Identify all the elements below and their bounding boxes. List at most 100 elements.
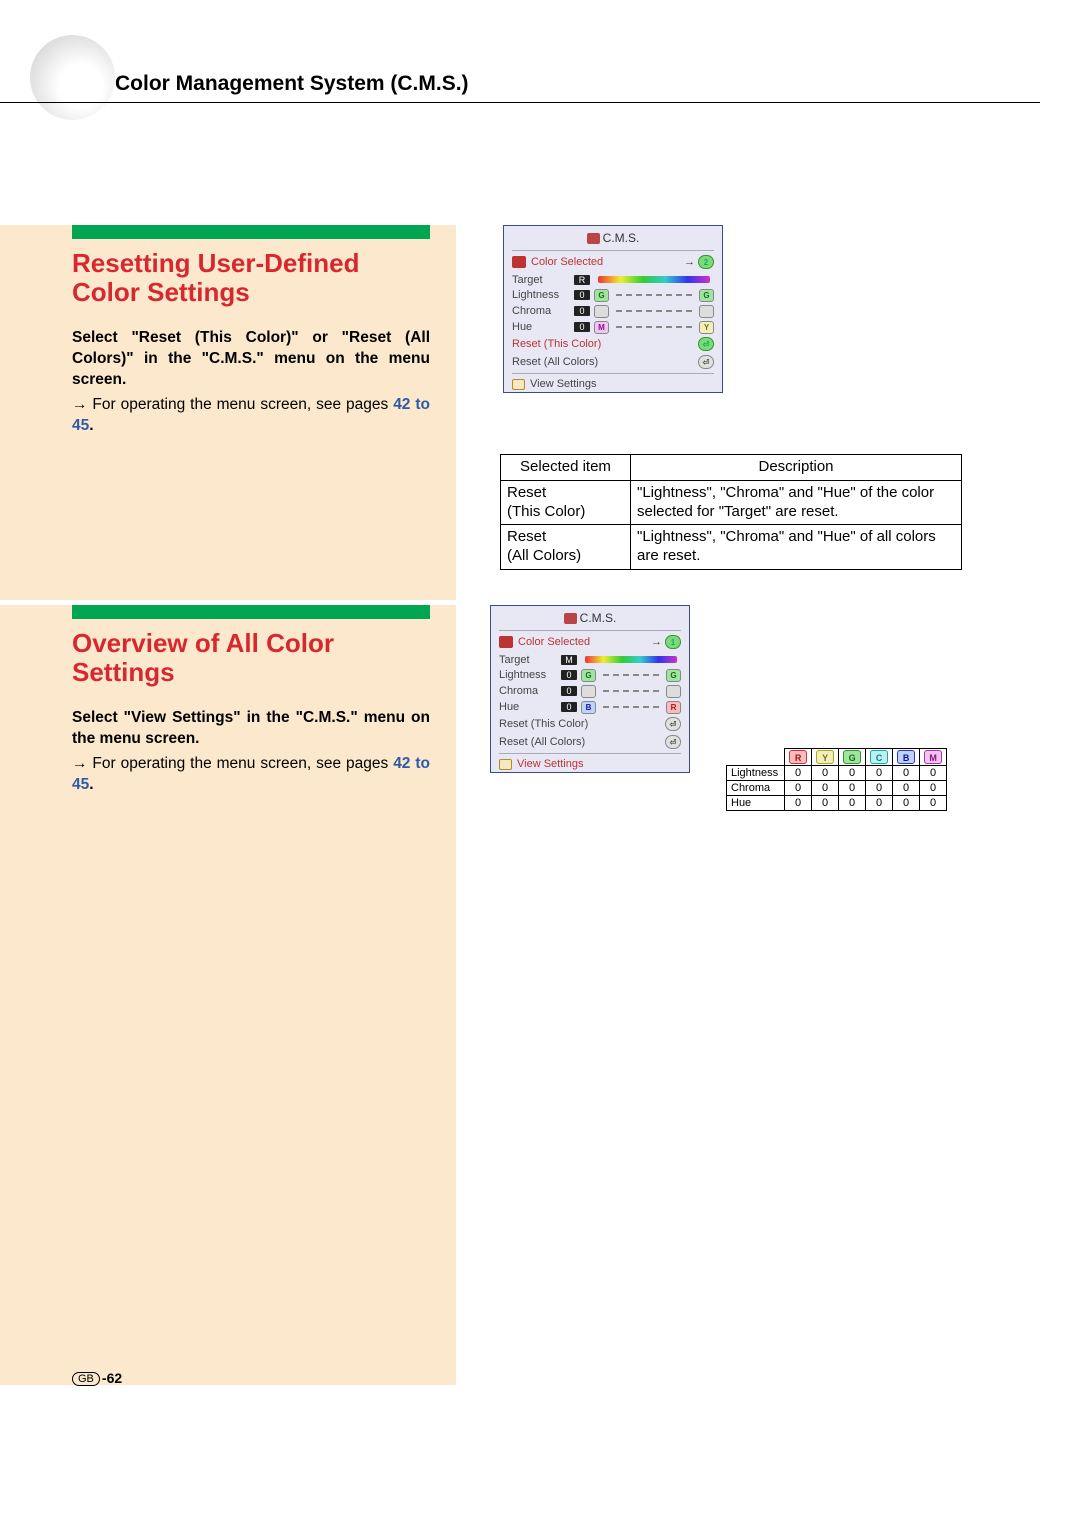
cms-reset-all-label: Reset (All Colors) bbox=[512, 356, 598, 368]
slider-track bbox=[616, 294, 692, 296]
vs-cell: 0 bbox=[866, 796, 893, 811]
cms-title-text: C.M.S. bbox=[603, 231, 640, 245]
col-chip-R: R bbox=[789, 750, 807, 764]
vs-cell: 0 bbox=[812, 796, 839, 811]
vs-cell: 0 bbox=[839, 766, 866, 781]
table-row: Hue 0 0 0 0 0 0 bbox=[727, 796, 947, 811]
enter-icon: ⏎ bbox=[698, 337, 714, 351]
vs-cell: 0 bbox=[866, 766, 893, 781]
section2-instruction: Select "View Settings" in the "C.M.S." m… bbox=[72, 708, 430, 750]
col-chip-M: M bbox=[924, 750, 942, 764]
cms-lightness-label: Lightness bbox=[499, 669, 557, 681]
enter-icon: ⏎ bbox=[665, 717, 681, 731]
cms-chroma-row[interactable]: Chroma 0 bbox=[491, 683, 689, 699]
vs-cell: 0 bbox=[920, 766, 947, 781]
cms-lightness-row[interactable]: Lightness 0 G G bbox=[491, 667, 689, 683]
palette-icon bbox=[499, 636, 513, 648]
enter-icon: ⏎ bbox=[698, 355, 714, 369]
cms-reset-all-colors[interactable]: Reset (All Colors) ⏎ bbox=[504, 353, 722, 371]
cms-title: C.M.S. bbox=[491, 606, 689, 628]
cms-icon bbox=[587, 233, 600, 244]
cms-chroma-right-chip bbox=[699, 305, 714, 318]
arrow-right-icon: → bbox=[651, 636, 662, 648]
cms-view-settings[interactable]: View Settings bbox=[504, 376, 722, 392]
cms-color-selected-row[interactable]: Color Selected → 2 bbox=[504, 253, 722, 272]
section2-ref-suffix: . bbox=[89, 776, 93, 793]
desc-th-desc: Description bbox=[631, 455, 962, 481]
slider-track bbox=[603, 706, 659, 708]
cms-chroma-left-chip bbox=[594, 305, 609, 318]
col-chip-G: G bbox=[843, 750, 861, 764]
reset-description-table: Selected item Description Reset (This Co… bbox=[500, 454, 962, 570]
cms-lightness-label: Lightness bbox=[512, 289, 570, 301]
cms-color-selected-label: Color Selected bbox=[531, 256, 603, 268]
cms-chroma-value: 0 bbox=[561, 686, 577, 696]
cms-color-selected-row[interactable]: Color Selected → 1 bbox=[491, 633, 689, 652]
cms-hue-label: Hue bbox=[499, 701, 557, 713]
color-gradient-bar bbox=[585, 656, 677, 663]
notebook-icon bbox=[499, 759, 512, 770]
cms-menu-panel-2: C.M.S. Color Selected → 1 Target M Light… bbox=[490, 605, 690, 773]
table-row: Lightness 0 0 0 0 0 0 bbox=[727, 766, 947, 781]
slider-track bbox=[616, 326, 692, 328]
arrow-right-icon: → bbox=[684, 256, 695, 268]
palette-icon bbox=[512, 256, 526, 268]
cms-hue-value: 0 bbox=[561, 702, 577, 712]
table-row: Chroma 0 0 0 0 0 0 bbox=[727, 781, 947, 796]
col-chip-C: C bbox=[870, 750, 888, 764]
slider-track bbox=[616, 310, 692, 312]
table-row: Reset (All Colors) "Lightness", "Chroma"… bbox=[501, 525, 962, 570]
desc-desc-0: "Lightness", "Chroma" and "Hue" of the c… bbox=[631, 480, 962, 525]
section1-ref-suffix: . bbox=[89, 417, 93, 434]
section-heading-2: Overview of All Color Settings bbox=[72, 629, 430, 686]
cms-reset-this-color[interactable]: Reset (This Color) ⏎ bbox=[491, 715, 689, 733]
cms-reset-this-label: Reset (This Color) bbox=[499, 718, 588, 730]
cms-hue-value: 0 bbox=[574, 322, 590, 332]
page-number-value: -62 bbox=[102, 1370, 122, 1386]
view-settings-table: R Y G C B M Lightness 0 0 0 0 0 0 Chroma… bbox=[726, 748, 947, 811]
desc-item-0: Reset (This Color) bbox=[501, 480, 631, 525]
cms-view-settings-label: View Settings bbox=[517, 758, 583, 770]
cms-lightness-left-chip: G bbox=[594, 289, 609, 302]
page-number: GB-62 bbox=[72, 1370, 122, 1386]
cms-lightness-row[interactable]: Lightness 0 G G bbox=[504, 287, 722, 303]
section1-instruction: Select "Reset (This Color)" or "Reset (A… bbox=[72, 328, 430, 391]
cms-reset-this-color[interactable]: Reset (This Color) ⏎ bbox=[504, 335, 722, 353]
header-rule bbox=[0, 102, 1040, 103]
cms-target-row[interactable]: Target M bbox=[491, 652, 689, 667]
cms-target-row[interactable]: Target R bbox=[504, 272, 722, 287]
vs-cell: 0 bbox=[812, 781, 839, 796]
vs-cell: 0 bbox=[785, 766, 812, 781]
cms-hue-left-chip: B bbox=[581, 701, 596, 714]
desc-desc-1: "Lightness", "Chroma" and "Hue" of all c… bbox=[631, 525, 962, 570]
vs-cell: 0 bbox=[920, 781, 947, 796]
cms-hue-row[interactable]: Hue 0 B R bbox=[491, 699, 689, 715]
cms-lightness-right-chip: G bbox=[699, 289, 714, 302]
cms-hue-right-chip: R bbox=[666, 701, 681, 714]
cms-target-value: R bbox=[574, 275, 590, 285]
cms-view-settings[interactable]: View Settings bbox=[491, 756, 689, 772]
region-badge: GB bbox=[72, 1372, 100, 1386]
table-row: Reset (This Color) "Lightness", "Chroma"… bbox=[501, 480, 962, 525]
cms-lightness-right-chip: G bbox=[666, 669, 681, 682]
vs-cell: 0 bbox=[893, 781, 920, 796]
cms-hue-label: Hue bbox=[512, 321, 570, 333]
cms-chroma-value: 0 bbox=[574, 306, 590, 316]
cms-reset-all-colors[interactable]: Reset (All Colors) ⏎ bbox=[491, 733, 689, 751]
cms-cs-badge: 1 bbox=[665, 635, 681, 649]
page-title: Color Management System (C.M.S.) bbox=[115, 72, 469, 96]
vs-cell: 0 bbox=[893, 766, 920, 781]
cms-chroma-left-chip bbox=[581, 685, 596, 698]
cms-reset-this-label: Reset (This Color) bbox=[512, 338, 601, 350]
col-chip-B: B bbox=[897, 750, 915, 764]
desc-th-item: Selected item bbox=[501, 455, 631, 481]
slider-track bbox=[603, 690, 659, 692]
vs-cell: 0 bbox=[839, 796, 866, 811]
vs-cell: 0 bbox=[785, 781, 812, 796]
cms-target-value: M bbox=[561, 655, 577, 665]
vs-cell: 0 bbox=[839, 781, 866, 796]
cms-target-label: Target bbox=[499, 654, 557, 666]
cms-hue-row[interactable]: Hue 0 M Y bbox=[504, 319, 722, 335]
cms-color-selected-label: Color Selected bbox=[518, 636, 590, 648]
cms-chroma-row[interactable]: Chroma 0 bbox=[504, 303, 722, 319]
